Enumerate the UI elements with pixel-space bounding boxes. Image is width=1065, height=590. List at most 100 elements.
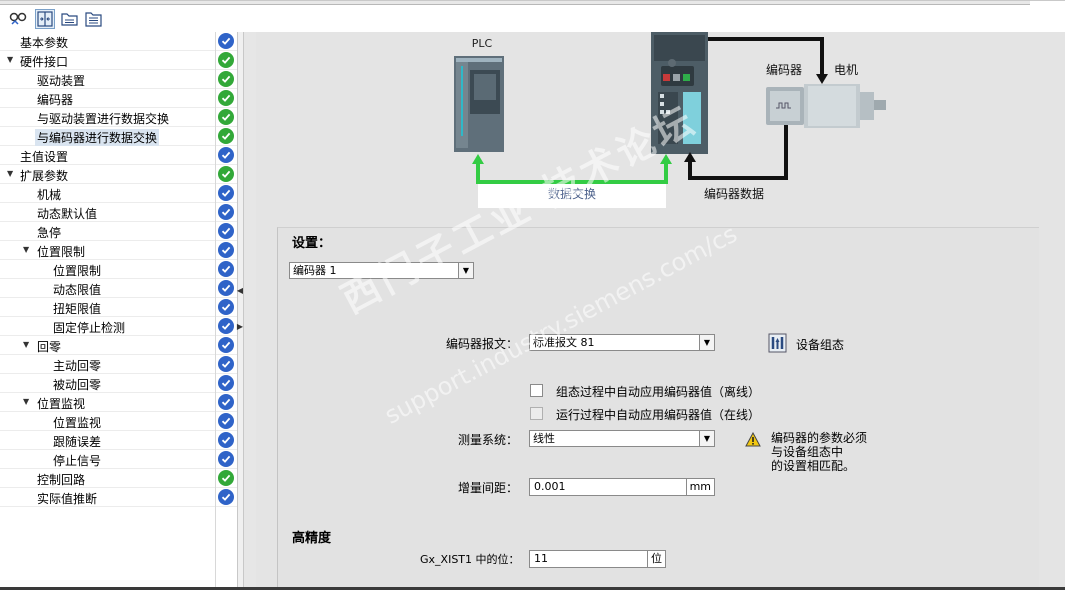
increment-unit: mm — [685, 479, 714, 495]
precision-title: 高精度 — [292, 531, 332, 546]
status-ok-green-icon — [218, 109, 234, 125]
tree-item-label: 被动回零 — [53, 378, 102, 392]
tree-item[interactable]: 机械 — [0, 184, 237, 203]
chevron-down-icon[interactable]: ▼ — [699, 431, 714, 446]
status-ok-blue-icon — [218, 356, 234, 372]
device-config-icon[interactable] — [768, 333, 787, 353]
folder-list-icon[interactable] — [84, 9, 104, 29]
tree-item[interactable]: 与编码器进行数据交换 — [0, 127, 237, 146]
folder-open-icon[interactable] — [60, 9, 80, 29]
tree-item-label: 动态限值 — [53, 283, 102, 297]
split-view-icon[interactable] — [35, 9, 55, 29]
status-ok-blue-icon — [218, 432, 234, 448]
status-ok-green-icon — [218, 90, 234, 106]
tree-item-label: 与驱动装置进行数据交换 — [37, 112, 170, 126]
telegram-select[interactable]: 标准报文 81 ▼ — [529, 334, 715, 351]
status-ok-blue-icon — [218, 147, 234, 163]
status-ok-blue-icon — [218, 242, 234, 258]
panel-splitter[interactable] — [244, 32, 256, 587]
tree-item[interactable]: 控制回路 — [0, 469, 237, 488]
tree-item[interactable]: 实际值推断 — [0, 488, 237, 507]
tree-item[interactable]: 与驱动装置进行数据交换 — [0, 108, 237, 127]
status-ok-green-icon — [218, 470, 234, 486]
chevron-down-icon[interactable]: ▼ — [458, 263, 473, 278]
tree-item-label: 控制回路 — [37, 473, 86, 487]
warning-icon — [745, 431, 761, 447]
tree-item[interactable]: ▼ 硬件接口 — [0, 51, 237, 70]
tree-item-label: 主动回零 — [53, 359, 102, 373]
tree-item-label: 停止信号 — [53, 454, 102, 468]
chevron-down-icon[interactable]: ▼ — [699, 335, 714, 350]
tree-item[interactable]: 动态限值 — [0, 279, 237, 298]
status-ok-green-icon — [218, 52, 234, 68]
tree-item[interactable]: ▼ 扩展参数 — [0, 165, 237, 184]
auto-apply-offline-checkbox[interactable] — [530, 384, 543, 397]
tree-item-label: 位置监视 — [37, 397, 86, 411]
navigation-tree: 基本参数 ▼ 硬件接口 驱动装置编码器与驱动装置进行数据交换 与编码器进行数据交换 主值设… — [0, 32, 237, 587]
tree-item-label: 基本参数 — [20, 36, 69, 50]
measure-system-select[interactable]: 线性 ▼ — [529, 430, 715, 447]
measure-system-label: 测量系统： — [458, 433, 519, 447]
tree-item-label: 回零 — [37, 340, 62, 354]
status-ok-blue-icon — [218, 451, 234, 467]
tree-item[interactable]: 被动回零 — [0, 374, 237, 393]
encoder-select-value: 编码器 1 — [293, 264, 337, 277]
tree-item-label: 位置监视 — [53, 416, 102, 430]
tree-item[interactable]: ▼ 位置限制 — [0, 241, 237, 260]
tree-item[interactable]: 位置限制 — [0, 260, 237, 279]
status-ok-green-icon — [218, 128, 234, 144]
goggles-icon[interactable] — [8, 9, 28, 29]
tree-item[interactable]: 主动回零 — [0, 355, 237, 374]
warning-line-3: 的设置相匹配。 — [771, 459, 856, 473]
drive-device-icon — [651, 32, 708, 154]
tree-item[interactable]: 基本参数 — [0, 32, 237, 51]
data-exchange-link — [476, 160, 668, 184]
toolbar — [0, 0, 1065, 32]
expand-arrow-icon[interactable]: ▼ — [7, 169, 17, 179]
tree-item[interactable]: 位置监视 — [0, 412, 237, 431]
tree-item[interactable]: 固定停止检测 — [0, 317, 237, 336]
tree-scrollbar[interactable] — [237, 32, 244, 587]
expand-arrow-icon[interactable]: ▼ — [23, 245, 33, 255]
tree-item[interactable]: 驱动装置 — [0, 70, 237, 89]
increment-input[interactable]: 0.001 mm — [529, 478, 715, 496]
tree-item[interactable]: 停止信号 — [0, 450, 237, 469]
status-ok-blue-icon — [218, 299, 234, 315]
tree-item-label: 固定停止检测 — [53, 321, 126, 335]
tree-item-label: 急停 — [37, 226, 62, 240]
encoder-motor-icon — [766, 84, 886, 128]
bits-value: 11 — [534, 552, 548, 565]
tree-item[interactable]: 急停 — [0, 222, 237, 241]
expand-arrow-icon[interactable]: ▼ — [7, 55, 17, 65]
bits-input[interactable]: 11 位 — [529, 550, 666, 568]
tree-item[interactable]: ▼ 位置监视 — [0, 393, 237, 412]
tree-item[interactable]: 动态默认值 — [0, 203, 237, 222]
plc-device-icon — [454, 56, 504, 152]
tree-item-label: 位置限制 — [37, 245, 86, 259]
status-ok-blue-icon — [218, 394, 234, 410]
encoder-label: 编码器 — [766, 62, 802, 77]
collapse-left-icon[interactable]: ◀ — [236, 284, 244, 296]
tree-item-label: 机械 — [37, 188, 62, 202]
status-ok-green-icon — [218, 71, 234, 87]
expand-arrow-icon[interactable]: ▼ — [23, 397, 33, 407]
tree-item[interactable]: 扭矩限值 — [0, 298, 237, 317]
tree-item[interactable]: 编码器 — [0, 89, 237, 108]
expand-right-icon[interactable]: ▶ — [236, 320, 244, 332]
status-ok-blue-icon — [218, 413, 234, 429]
tree-divider — [215, 32, 216, 587]
status-ok-blue-icon — [218, 261, 234, 277]
tree-item[interactable]: ▼ 回零 — [0, 336, 237, 355]
device-config-link[interactable]: 设备组态 — [796, 336, 844, 353]
tree-item[interactable]: 跟随误差 — [0, 431, 237, 450]
tree-item[interactable]: 主值设置 — [0, 146, 237, 165]
status-ok-blue-icon — [218, 318, 234, 334]
expand-arrow-icon[interactable]: ▼ — [23, 340, 33, 350]
status-ok-blue-icon — [218, 223, 234, 239]
status-ok-blue-icon — [218, 185, 234, 201]
tree-item-label: 编码器 — [37, 93, 74, 107]
auto-apply-online-checkbox[interactable] — [530, 407, 543, 420]
encoder-select[interactable]: 编码器 1 ▼ — [289, 262, 474, 279]
settings-title: 设置： — [292, 236, 332, 251]
plc-label: PLC — [472, 37, 493, 50]
